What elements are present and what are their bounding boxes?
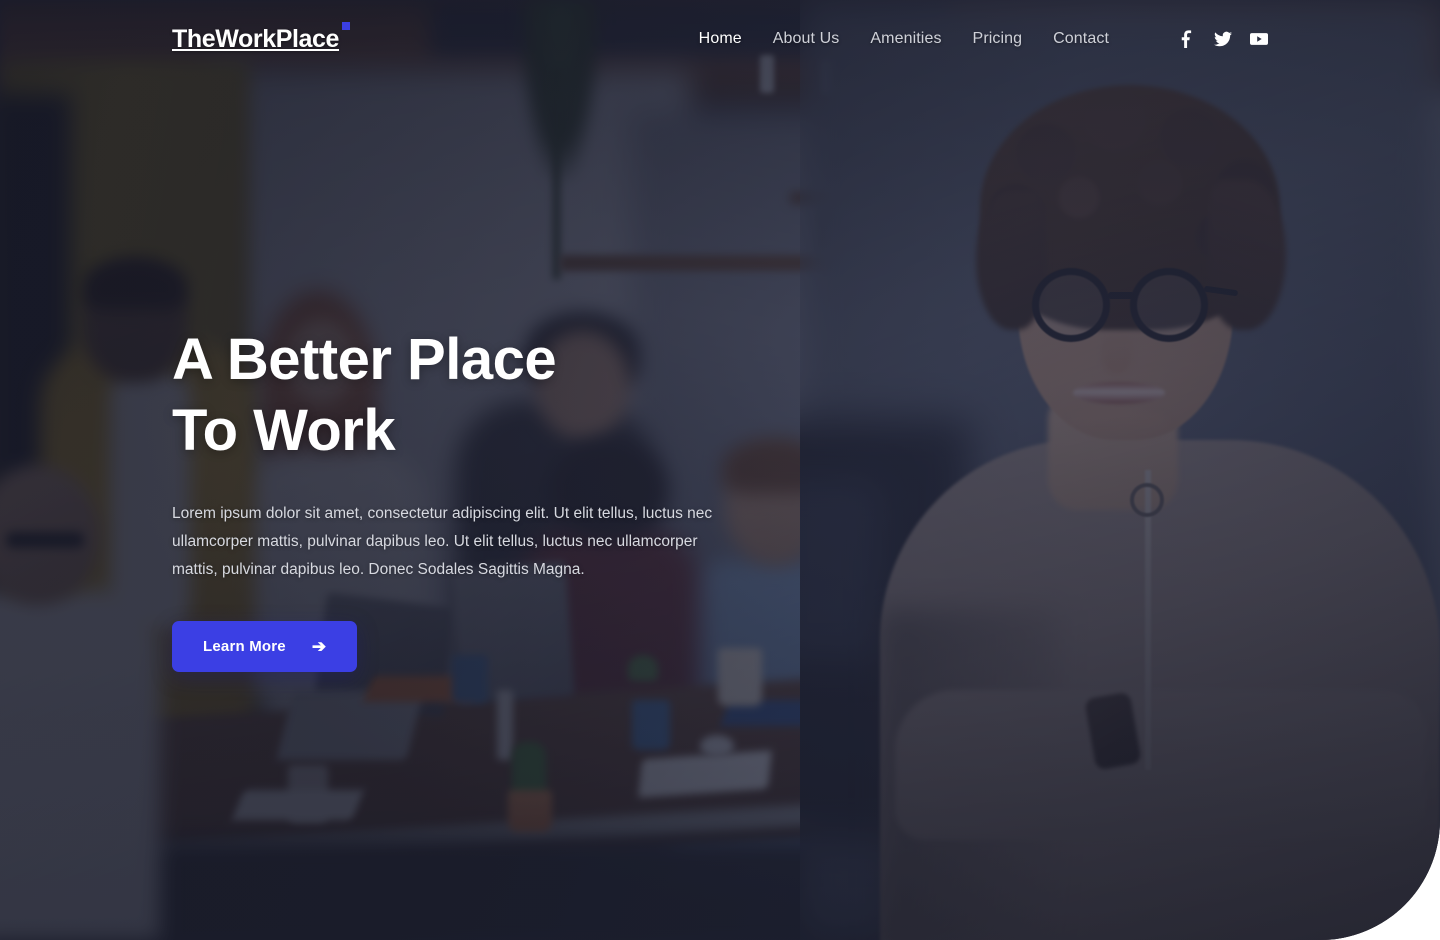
site-header: TheWorkPlace Home About Us Amenities Pri… [0,0,1440,78]
nav-item-amenities[interactable]: Amenities [870,30,941,48]
nav-item-contact[interactable]: Contact [1053,30,1109,48]
site-logo[interactable]: TheWorkPlace [172,22,351,54]
twitter-icon[interactable] [1214,30,1232,48]
hero-section: TheWorkPlace Home About Us Amenities Pri… [0,0,1440,940]
facebook-icon[interactable] [1178,30,1196,48]
learn-more-button[interactable]: Learn More ➔ [172,621,358,673]
hero-title-line-1: A Better Place [172,327,557,392]
nav-item-pricing[interactable]: Pricing [973,30,1023,48]
site-logo-text: TheWorkPlace [172,24,340,53]
hero-description: Lorem ipsum dolor sit amet, consectetur … [172,504,713,578]
nav-item-about-us[interactable]: About Us [773,30,840,48]
youtube-icon[interactable] [1250,30,1268,48]
hero-content: A Better Place To Work Lorem ipsum dolor… [172,325,752,673]
hero-title: A Better Place To Work [172,325,752,467]
main-navigation: Home About Us Amenities Pricing Contact [699,30,1268,48]
learn-more-label: Learn More [203,638,286,656]
logo-accent-square [342,22,351,31]
nav-item-home[interactable]: Home [699,30,742,48]
hero-title-line-2: To Work [172,397,396,463]
social-links [1178,30,1268,48]
arrow-right-icon: ➔ [311,637,327,657]
